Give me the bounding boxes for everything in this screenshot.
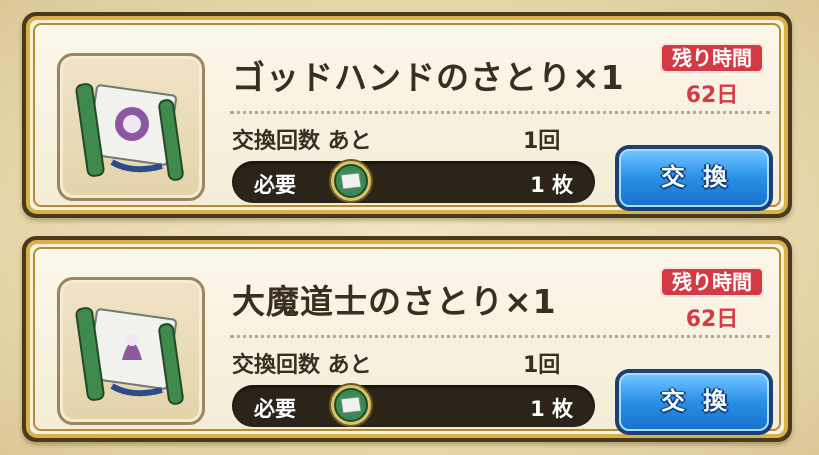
- exchange-button[interactable]: 交換: [615, 369, 773, 435]
- exchange-card: ゴッドハンドのさとり×1 残り時間 62日 交換回数 あと 1回 必要 1 枚 …: [22, 12, 792, 218]
- item-frame: [57, 277, 205, 425]
- remaining-time-badge: 残り時間: [660, 43, 764, 73]
- remaining-time-badge: 残り時間: [660, 267, 764, 297]
- requirement-label: 必要: [254, 397, 296, 421]
- remaining-days: 62日: [685, 307, 739, 332]
- requirement-value: 1 枚: [530, 173, 573, 197]
- exchange-card: 大魔道士のさとり×1 残り時間 62日 交換回数 あと 1回 必要 1 枚 交換: [22, 236, 792, 442]
- exchange-count-value: 1回: [523, 353, 561, 378]
- requirement-bar: 必要 1 枚: [232, 159, 595, 203]
- exchange-button[interactable]: 交換: [615, 145, 773, 211]
- exchange-count-label: 交換回数 あと: [232, 353, 372, 378]
- card-frame: 大魔道士のさとり×1 残り時間 62日 交換回数 あと 1回 必要 1 枚 交換: [26, 240, 788, 438]
- item-title: 大魔道士のさとり×1: [232, 282, 557, 321]
- item-title: ゴッドハンドのさとり×1: [232, 58, 625, 97]
- requirement-bar: 必要 1 枚: [232, 383, 595, 427]
- dotted-divider: [230, 111, 770, 114]
- medal-icon: [329, 159, 373, 203]
- item-frame: [57, 53, 205, 201]
- exchange-button-label: 交換: [619, 373, 769, 431]
- card-frame: ゴッドハンドのさとり×1 残り時間 62日 交換回数 あと 1回 必要 1 枚 …: [26, 16, 788, 214]
- card-body: 大魔道士のさとり×1 残り時間 62日 交換回数 あと 1回 必要 1 枚 交換: [33, 247, 781, 435]
- exchange-count-value: 1回: [523, 129, 561, 154]
- medal-icon: [329, 383, 373, 427]
- remaining-days: 62日: [685, 83, 739, 108]
- exchange-count-label: 交換回数 あと: [232, 129, 372, 154]
- scroll-icon: [75, 307, 184, 405]
- exchange-button-label: 交換: [619, 149, 769, 207]
- requirement-label: 必要: [254, 173, 296, 197]
- dotted-divider: [230, 335, 770, 338]
- requirement-value: 1 枚: [530, 397, 573, 421]
- scroll-icon: [75, 83, 184, 181]
- card-body: ゴッドハンドのさとり×1 残り時間 62日 交換回数 あと 1回 必要 1 枚 …: [33, 23, 781, 211]
